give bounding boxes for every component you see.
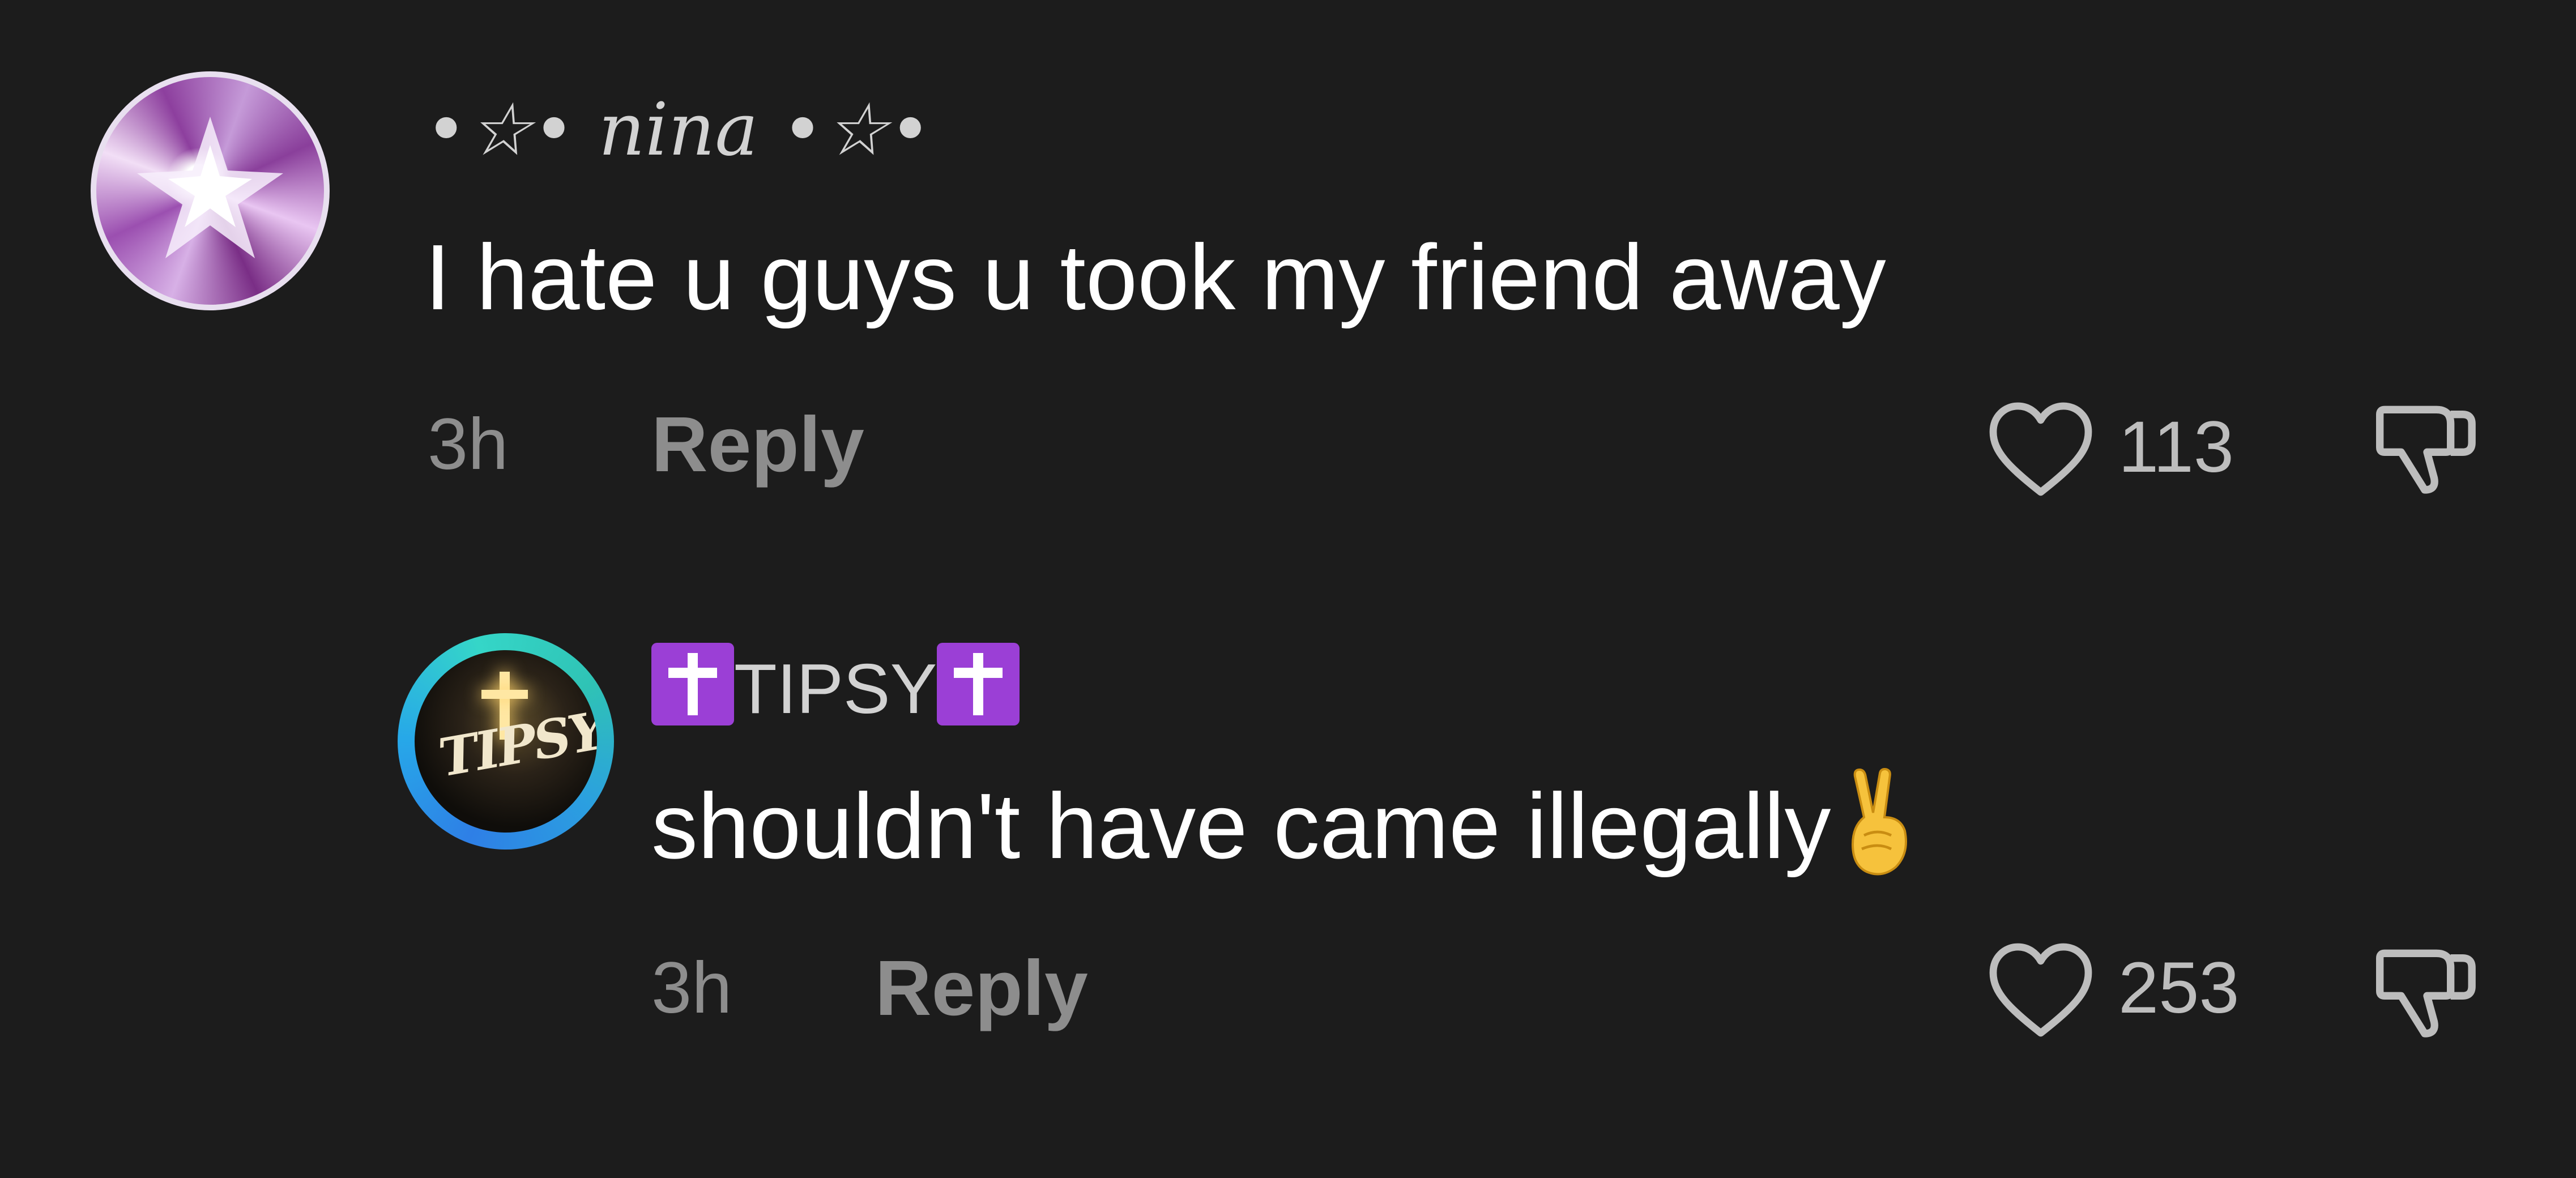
username[interactable]: TIPSY xyxy=(651,641,1020,737)
latin-cross-icon xyxy=(651,643,734,725)
comment-text: shouldn't have came illegally xyxy=(651,767,1927,883)
timestamp: 3h xyxy=(428,404,509,485)
like-count: 113 xyxy=(2118,407,2234,488)
latin-cross-icon xyxy=(937,643,1020,725)
comment-item: •☆• nina •☆• I hate u guys u took my fri… xyxy=(0,0,2576,566)
comment-text: I hate u guys u took my friend away xyxy=(425,225,1886,329)
thumbs-down-icon[interactable] xyxy=(2370,391,2484,504)
timestamp: 3h xyxy=(651,947,732,1028)
heart-icon[interactable] xyxy=(1985,940,2096,1040)
victory-hand-icon xyxy=(1837,767,1927,881)
thumbs-down-icon[interactable] xyxy=(2370,934,2484,1048)
username[interactable]: •☆• nina •☆• xyxy=(425,85,932,176)
comment-text-body: shouldn't have came illegally xyxy=(651,774,1831,878)
username-text: TIPSY xyxy=(734,650,937,728)
avatar[interactable]: TIPSY xyxy=(415,650,597,833)
like-count: 253 xyxy=(2118,947,2240,1028)
cross-bar xyxy=(481,690,528,699)
reply-button[interactable]: Reply xyxy=(651,399,864,490)
reply-button[interactable]: Reply xyxy=(875,943,1088,1034)
star-icon xyxy=(137,117,283,258)
heart-icon[interactable] xyxy=(1985,399,2096,499)
tipsy-logo: TIPSY xyxy=(434,699,597,789)
avatar[interactable] xyxy=(91,71,330,310)
